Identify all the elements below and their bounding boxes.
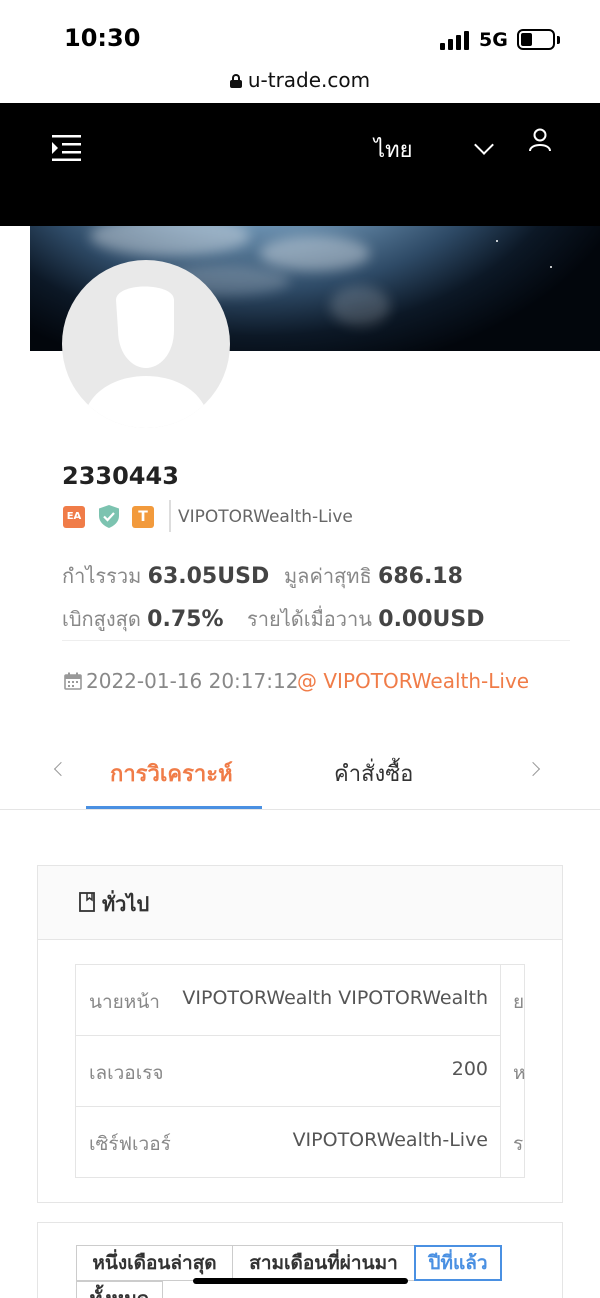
period-all-button[interactable]: ทั้งหมด — [76, 1281, 163, 1298]
period-three-months-button[interactable]: สามเดือนที่ผ่านมา — [232, 1245, 415, 1281]
row-value: 200 — [451, 1058, 488, 1080]
battery-icon — [517, 29, 555, 50]
battery-tip — [557, 36, 560, 44]
stat-max-drawdown: เบิกสูงสุด 0.75% — [62, 607, 224, 632]
clipped-cell: ย — [513, 991, 525, 1013]
network-type: 5G — [479, 29, 508, 51]
cellular-signal-icon — [440, 30, 470, 50]
general-card: ทั่วไป นายหน้า VIPOTORWealth VIPOTORWeal… — [37, 865, 563, 1203]
account-id: 2330443 — [62, 462, 179, 490]
period-last-month-button[interactable]: หนึ่งเดือนล่าสุด — [76, 1245, 233, 1281]
clipped-cell: ห — [513, 1062, 526, 1084]
ea-badge: EA — [63, 506, 85, 528]
home-indicator — [193, 1278, 408, 1284]
tab-analysis[interactable]: การวิเคราะห์ — [110, 756, 233, 791]
row-value: VIPOTORWealth VIPOTORWealth — [182, 987, 488, 1009]
shield-check-icon — [99, 505, 119, 528]
row-value: VIPOTORWealth-Live — [292, 1129, 488, 1151]
calendar-icon — [64, 672, 82, 690]
info-table: นายหน้า VIPOTORWealth VIPOTORWealth เลเว… — [75, 964, 526, 1178]
broker-label: VIPOTORWealth-Live — [178, 507, 353, 527]
status-time: 10:30 — [64, 24, 141, 52]
book-icon — [79, 892, 95, 912]
card-header: ทั่วไป — [38, 866, 562, 940]
language-selector[interactable]: ไทย — [374, 132, 412, 167]
stat-total-profit: กำไรรวม 63.05USD — [62, 564, 270, 589]
status-bar: 10:30 5G — [0, 0, 600, 64]
stat-net-value: มูลค่าสุทธิ 686.18 — [284, 564, 463, 589]
tabs-border — [0, 809, 600, 810]
period-last-year-button[interactable]: ปีที่แล้ว — [414, 1245, 502, 1281]
tab-prev-icon[interactable] — [53, 761, 69, 777]
card-title: ทั่วไป — [102, 892, 150, 916]
menu-icon[interactable] — [50, 134, 82, 162]
row-key: นายหน้า — [89, 991, 160, 1013]
browser-url-bar[interactable]: u-trade.com — [0, 68, 600, 98]
tab-orders[interactable]: คำสั่งซื้อ — [334, 756, 413, 791]
column-divider — [500, 965, 501, 1177]
divider — [62, 640, 570, 641]
avatar — [62, 260, 230, 428]
table-row: เลเวอเรจ 200 — [76, 1036, 500, 1107]
badge-divider — [169, 500, 171, 532]
table-row: นายหน้า VIPOTORWealth VIPOTORWealth — [76, 965, 500, 1036]
url-text: u-trade.com — [247, 68, 371, 92]
table-row: เซิร์ฟเวอร์ VIPOTORWealth-Live — [76, 1107, 500, 1178]
stat-yesterday-income: รายได้เมื่อวาน 0.00USD — [247, 607, 485, 632]
user-icon[interactable] — [528, 128, 552, 152]
app-header — [0, 103, 600, 226]
row-key: เซิร์ฟเวอร์ — [89, 1133, 171, 1155]
lock-icon — [229, 74, 242, 88]
t-badge: T — [132, 506, 154, 528]
row-key: เลเวอเรจ — [89, 1062, 164, 1084]
tab-next-icon[interactable] — [525, 761, 541, 777]
server-link[interactable]: @ VIPOTORWealth-Live — [297, 669, 529, 693]
clipped-cell: ร — [513, 1133, 524, 1155]
date-text: 2022-01-16 20:17:12 — [86, 669, 299, 693]
